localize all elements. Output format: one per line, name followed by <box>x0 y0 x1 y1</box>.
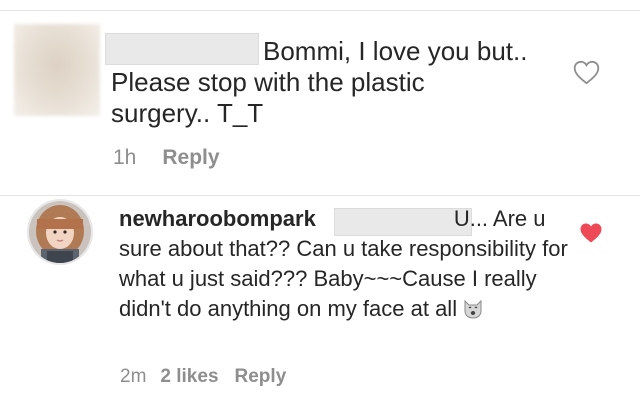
heart-filled-icon[interactable] <box>579 222 603 244</box>
comment-text: newharoobompark U... Are u sure about tha… <box>119 206 568 321</box>
reply-button[interactable]: Reply <box>235 366 287 387</box>
comment-username[interactable]: newharoobompark <box>119 206 316 231</box>
reply-button[interactable]: Reply <box>162 146 219 169</box>
top-divider <box>0 10 640 11</box>
comment-text: Bommi, I love you but.. Please stop with… <box>111 36 528 128</box>
avatar[interactable] <box>14 24 100 116</box>
avatar[interactable] <box>27 199 93 265</box>
comment-meta: 1h Reply <box>113 146 220 170</box>
cat-face-emoji-icon <box>464 299 482 319</box>
heart-outline-icon[interactable] <box>573 60 600 85</box>
comment-divider <box>0 195 640 196</box>
comment-time: 1h <box>113 146 137 169</box>
comment-time: 2m <box>120 366 147 387</box>
comment-meta: 2m 2 likes Reply <box>120 366 286 388</box>
profile-photo <box>29 201 91 263</box>
likes-count[interactable]: 2 likes <box>160 366 218 387</box>
